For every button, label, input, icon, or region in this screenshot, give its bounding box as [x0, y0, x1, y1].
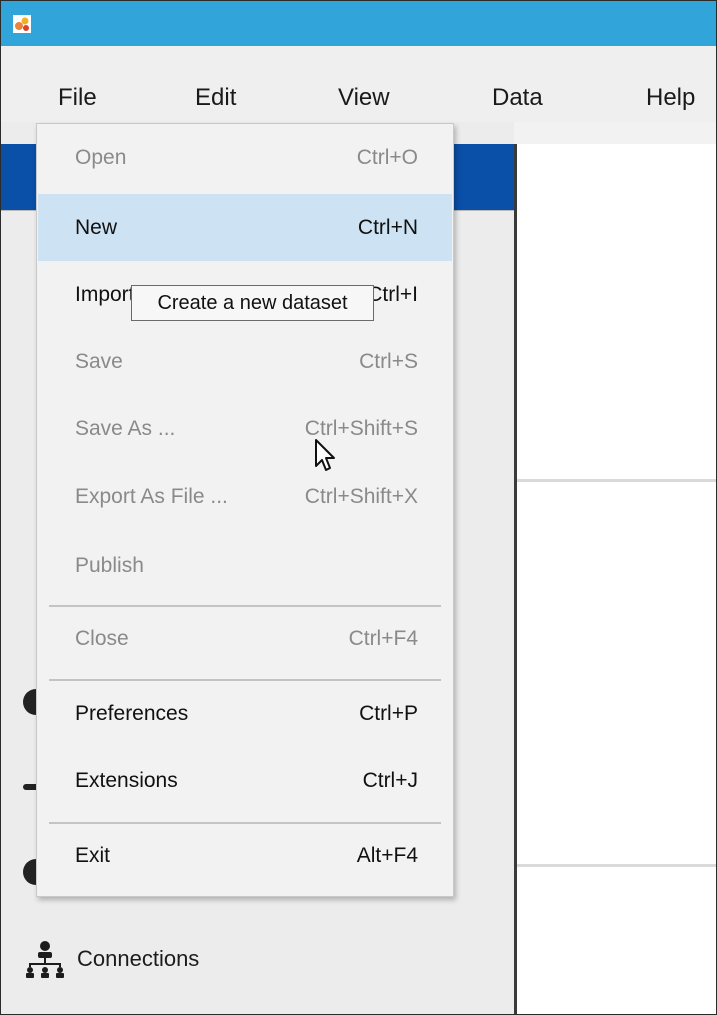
menu-item-label: Import [75, 283, 135, 306]
menu-item-new[interactable]: New Ctrl+N [38, 194, 452, 261]
menu-item-shortcut: Ctrl+N [357, 216, 418, 239]
menu-item-shortcut: Ctrl+I [367, 283, 418, 306]
sidebar-item-connections[interactable]: Connections [23, 939, 199, 979]
connections-icon [26, 941, 64, 978]
menu-item-shortcut: Ctrl+O [356, 146, 418, 169]
menu-item-shortcut: Ctrl+Shift+X [304, 485, 418, 508]
menu-item-label: Export As File ... [75, 485, 228, 508]
menu-item-open[interactable]: Open Ctrl+O [38, 124, 452, 191]
app-window: File Edit View Data Help Connections Ope… [0, 0, 717, 1015]
menu-view[interactable]: View [338, 84, 390, 112]
menu-item-exit[interactable]: Exit Alt+F4 [38, 822, 452, 889]
menu-item-extensions[interactable]: Extensions Ctrl+J [38, 747, 452, 814]
menu-item-shortcut: Ctrl+S [359, 350, 418, 373]
menu-item-shortcut: Ctrl+J [362, 769, 418, 792]
menu-item-label: Save [75, 350, 123, 373]
mouse-pointer-icon [315, 439, 335, 471]
menu-bar: File Edit View Data Help [1, 46, 716, 122]
menu-item-preferences[interactable]: Preferences Ctrl+P [38, 680, 452, 747]
app-logo-icon [13, 15, 31, 33]
menu-item-label: New [75, 216, 118, 239]
menu-item-save[interactable]: Save Ctrl+S [38, 328, 452, 395]
menu-item-label: Close [75, 627, 129, 650]
menu-item-label: Publish [75, 554, 144, 577]
sidebar-item-label: Connections [77, 946, 200, 971]
panel-divider [517, 479, 716, 482]
menu-item-label: Extensions [75, 769, 178, 792]
menu-item-close[interactable]: Close Ctrl+F4 [38, 605, 452, 672]
menu-file[interactable]: File [58, 84, 97, 112]
tooltip: Create a new dataset [131, 285, 374, 321]
menu-item-label: Open [75, 146, 127, 169]
menu-edit[interactable]: Edit [195, 84, 236, 112]
menu-item-shortcut: Alt+F4 [356, 844, 418, 867]
menu-data[interactable]: Data [492, 84, 543, 112]
menu-item-label: Preferences [75, 702, 189, 725]
menu-item-export-as-file[interactable]: Export As File ... Ctrl+Shift+X [38, 463, 452, 530]
menu-item-publish[interactable]: Publish [38, 532, 452, 599]
menu-item-shortcut: Ctrl+P [359, 702, 418, 725]
panel-divider [517, 864, 716, 867]
file-menu-dropdown: Open Ctrl+O New Ctrl+N Import Ctrl+I Sav… [36, 123, 454, 897]
menu-item-label: Save As ... [75, 417, 176, 440]
menu-item-label: Exit [75, 844, 111, 867]
content-panel [514, 144, 716, 1014]
menu-item-save-as[interactable]: Save As ... Ctrl+Shift+S [38, 395, 452, 462]
title-bar [1, 1, 716, 46]
menu-help[interactable]: Help [646, 84, 695, 112]
menu-item-shortcut: Ctrl+F4 [348, 627, 418, 650]
